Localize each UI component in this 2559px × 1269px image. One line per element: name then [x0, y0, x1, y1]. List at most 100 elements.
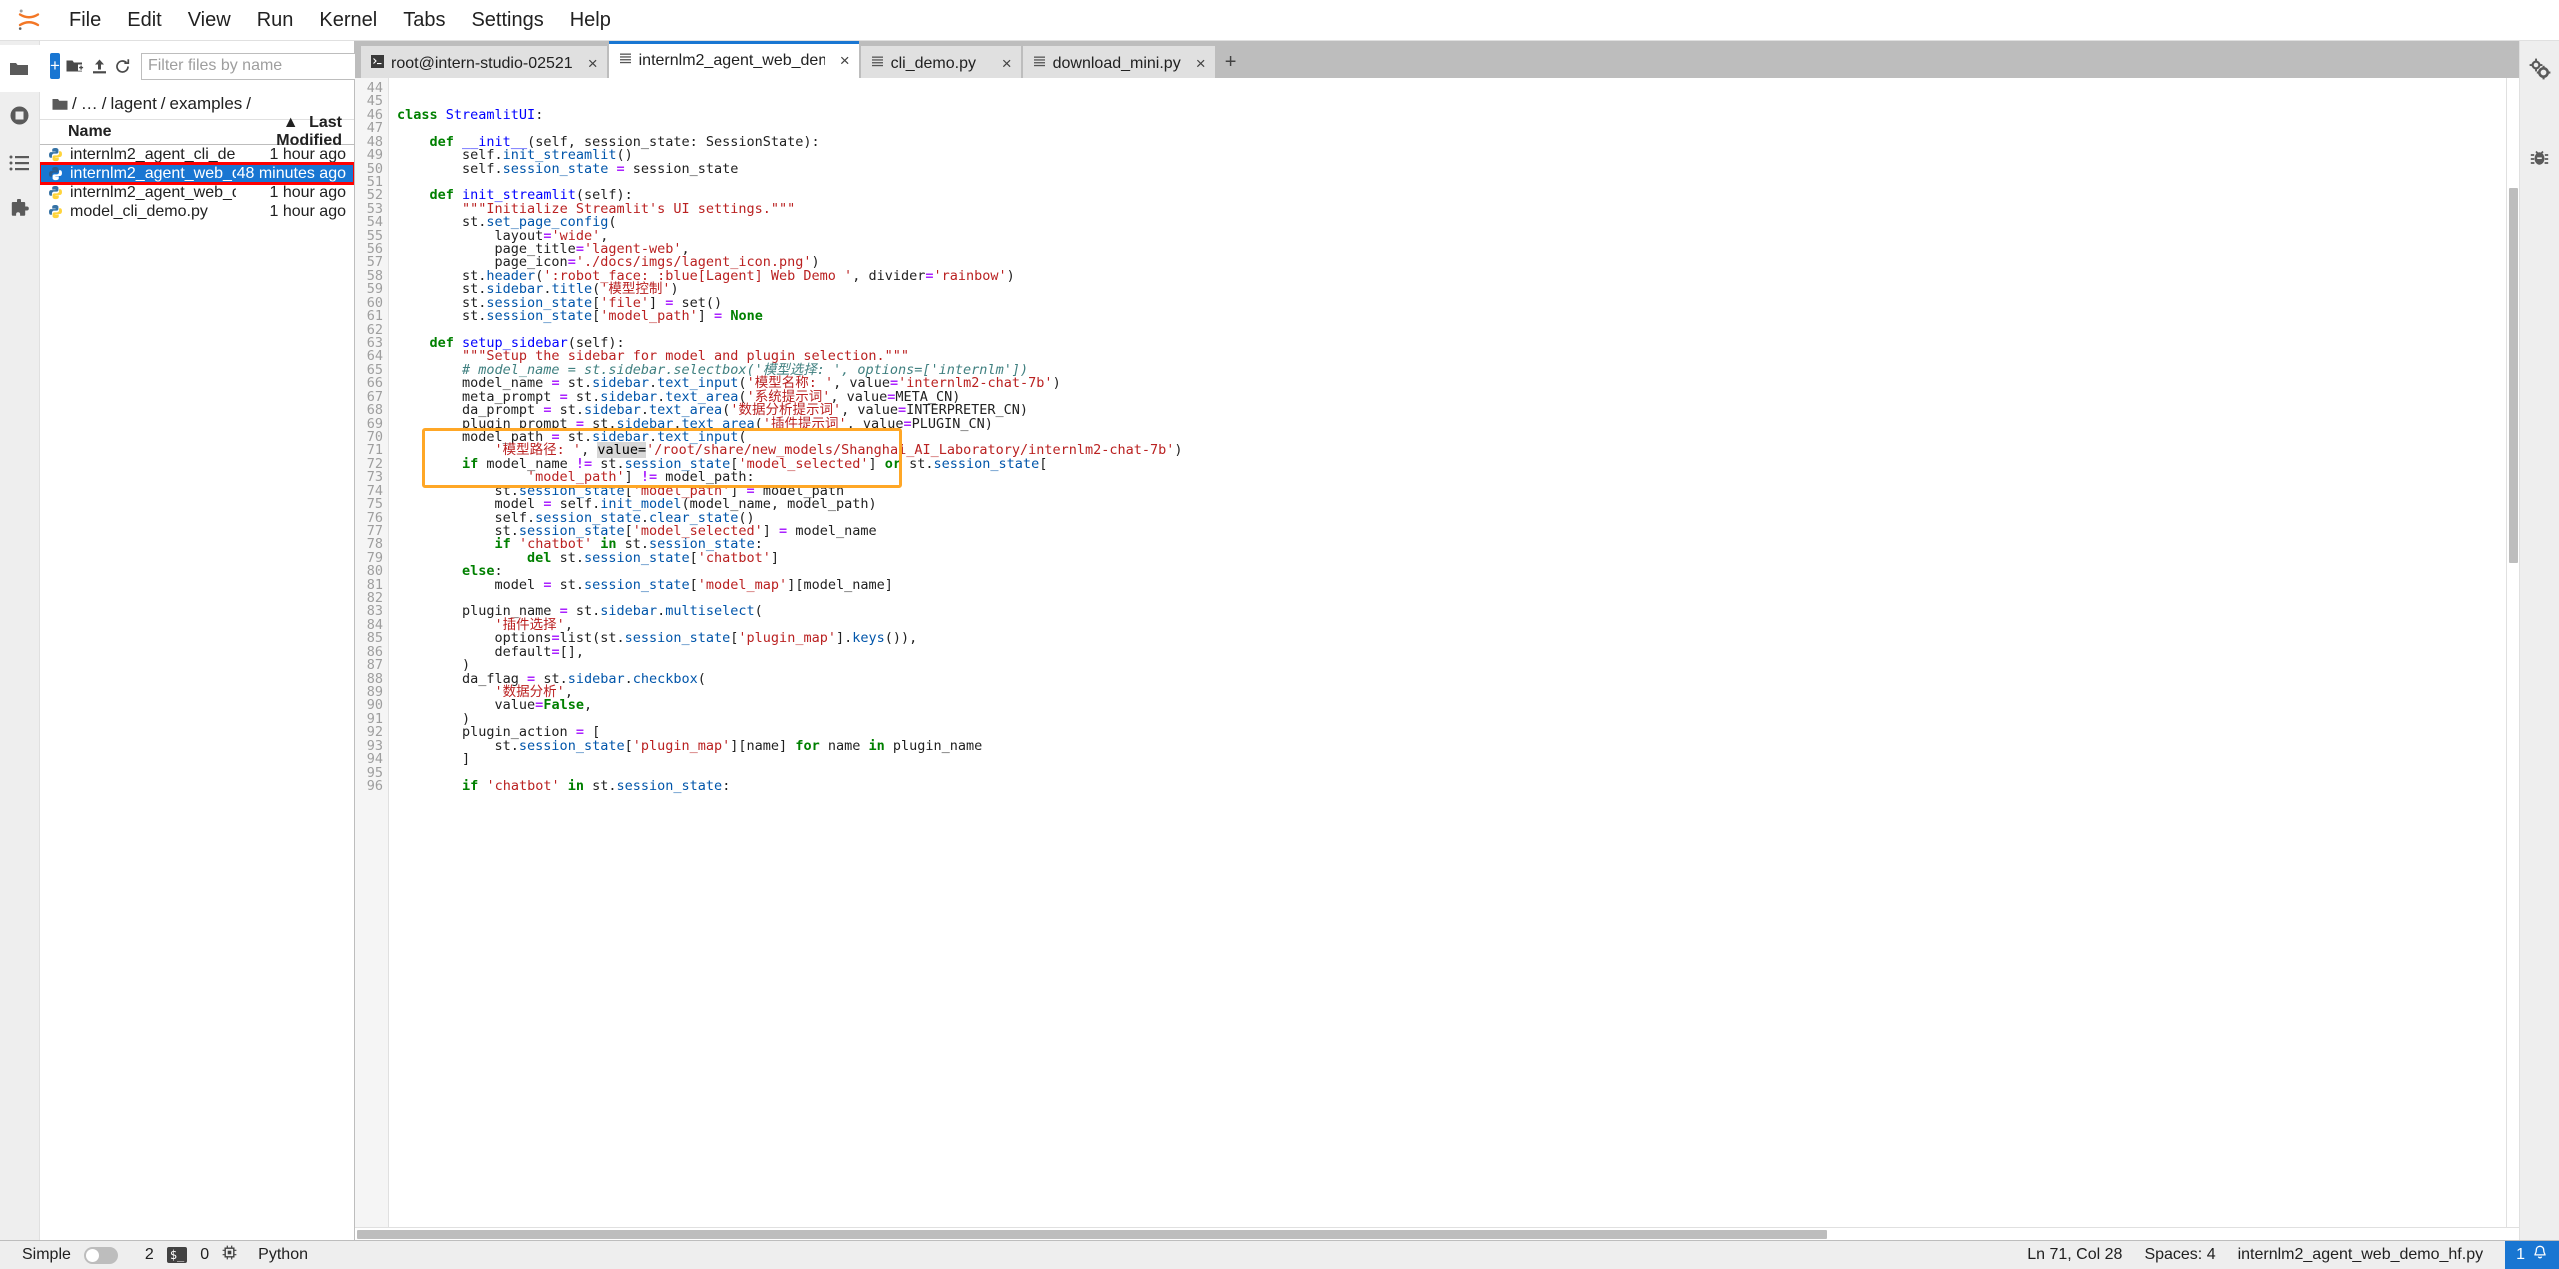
code-line[interactable]: da_flag = st.sidebar.checkbox(	[397, 673, 2506, 686]
breadcrumb-lagent[interactable]: lagent	[110, 94, 156, 114]
bug-icon[interactable]	[2520, 134, 2559, 181]
new-tab-button[interactable]: +	[1217, 46, 1245, 78]
breadcrumb-sep-2: /	[161, 94, 166, 114]
code-line[interactable]: st.session_state['plugin_map'][name] for…	[397, 740, 2506, 753]
code-line[interactable]: st.set_page_config(	[397, 216, 2506, 229]
tab-cli-demo[interactable]: cli_demo.py ×	[861, 46, 1021, 78]
sidebar-item-file-browser[interactable]	[0, 45, 40, 92]
code-line[interactable]: def __init__(self, session_state: Sessio…	[397, 136, 2506, 149]
scrollbar-thumb[interactable]	[2509, 188, 2518, 563]
sidebar-item-running-terminals[interactable]	[0, 92, 40, 139]
code-line[interactable]: del st.session_state['chatbot']	[397, 552, 2506, 565]
code-line[interactable]: model = st.session_state['model_map'][mo…	[397, 579, 2506, 592]
code-line[interactable]: plugin_name = st.sidebar.multiselect(	[397, 605, 2506, 618]
menu-edit[interactable]: Edit	[114, 4, 174, 36]
breadcrumb-examples[interactable]: examples	[170, 94, 243, 114]
close-icon[interactable]: ×	[994, 54, 1012, 74]
terminal-icon	[371, 55, 384, 73]
code-line[interactable]: )	[397, 713, 2506, 726]
code-line[interactable]: ]	[397, 753, 2506, 766]
gears-icon[interactable]	[2520, 45, 2559, 92]
menu-kernel[interactable]: Kernel	[306, 4, 390, 36]
filter-files-box[interactable]	[141, 53, 377, 80]
tab-terminal[interactable]: root@intern-studio-02521 ×	[361, 46, 607, 78]
code-editor[interactable]: 4445464748495051525354555657585960616263…	[355, 78, 2519, 1227]
new-folder-icon[interactable]	[66, 53, 85, 79]
close-icon[interactable]: ×	[1188, 54, 1206, 74]
code-line[interactable]: st.session_state['model_path'] = None	[397, 310, 2506, 323]
search-input[interactable]	[148, 57, 355, 75]
menu-file[interactable]: File	[56, 4, 114, 36]
simple-mode-toggle[interactable]	[84, 1247, 118, 1264]
file-browser-toolbar: +	[40, 41, 354, 91]
code-line[interactable]	[397, 82, 2506, 95]
indentation-setting[interactable]: Spaces: 4	[2144, 1246, 2215, 1264]
code-line[interactable]: options=list(st.session_state['plugin_ma…	[397, 632, 2506, 645]
main-area: + / … / lagent	[0, 41, 2559, 1240]
column-header-name[interactable]: Name	[40, 123, 236, 141]
breadcrumb-ellipsis[interactable]: …	[81, 94, 98, 114]
editor-vertical-scrollbar[interactable]	[2506, 78, 2519, 1227]
list-item[interactable]: model_cli_demo.py 1 hour ago	[40, 202, 354, 221]
current-filename: internlm2_agent_web_demo_hf.py	[2238, 1246, 2484, 1264]
refresh-icon[interactable]	[114, 53, 131, 79]
tab-bar: root@intern-studio-02521 × internlm2_age…	[355, 41, 2519, 78]
code-line[interactable]: st.header(':robot_face: :blue[Lagent] We…	[397, 270, 2506, 283]
list-item[interactable]: internlm2_agent_cli_demo.py 1 hour ago	[40, 145, 354, 164]
tab-label: internlm2_agent_web_dem	[639, 52, 825, 70]
line-number: 96	[355, 780, 383, 793]
list-item[interactable]: internlm2_agent_web_demo_hf.py 48 minute…	[40, 164, 354, 183]
code-line[interactable]: if 'chatbot' in st.session_state:	[397, 780, 2506, 793]
terminal-icon[interactable]: $_	[167, 1247, 187, 1263]
tab-internlm2-agent-web-demo[interactable]: internlm2_agent_web_dem ×	[609, 41, 859, 78]
code-line[interactable]: self.session_state = session_state	[397, 163, 2506, 176]
close-icon[interactable]: ×	[580, 54, 598, 74]
sort-asc-icon: ▲	[283, 114, 299, 132]
jupyter-logo-icon	[10, 5, 48, 35]
python-file-icon	[48, 147, 63, 162]
sidebar-item-extension-manager[interactable]	[0, 186, 40, 233]
list-item[interactable]: internlm2_agent_web_demo.py 1 hour ago	[40, 183, 354, 202]
menu-run[interactable]: Run	[244, 4, 307, 36]
file-modified-cell: 1 hour ago	[236, 203, 346, 221]
tab-download-mini[interactable]: download_mini.py ×	[1023, 46, 1215, 78]
code-line[interactable]	[397, 176, 2506, 189]
menu-settings[interactable]: Settings	[458, 4, 556, 36]
code-line[interactable]: '数据分析',	[397, 686, 2506, 699]
code-content[interactable]: class StreamlitUI: def __init__(self, se…	[389, 78, 2506, 1227]
code-line[interactable]: )	[397, 659, 2506, 672]
code-line[interactable]: class StreamlitUI:	[397, 109, 2506, 122]
scrollbar-thumb[interactable]	[357, 1230, 1827, 1239]
code-line[interactable]: value=False,	[397, 699, 2506, 712]
code-line[interactable]: layout='wide',	[397, 230, 2506, 243]
python-file-icon	[48, 166, 63, 181]
text-editor-icon	[871, 55, 884, 73]
breadcrumb-sep-1: /	[102, 94, 107, 114]
file-name-cell: internlm2_agent_web_demo.py	[40, 184, 236, 202]
breadcrumb-root[interactable]: /	[72, 94, 77, 114]
cpu-icon	[222, 1245, 237, 1265]
python-file-icon	[48, 204, 63, 219]
code-line[interactable]: """Initialize Streamlit's UI settings.""…	[397, 203, 2506, 216]
cursor-position[interactable]: Ln 71, Col 28	[2027, 1246, 2122, 1264]
kernel-language[interactable]: Python	[258, 1246, 308, 1264]
terminal-count[interactable]: 0	[200, 1246, 209, 1264]
tab-label: cli_demo.py	[891, 55, 987, 73]
new-launcher-button[interactable]: +	[50, 53, 60, 79]
notification-center[interactable]: 1	[2505, 1241, 2559, 1269]
code-line[interactable]	[397, 324, 2506, 337]
code-line[interactable]: default=[],	[397, 646, 2506, 659]
sidebar-item-table-of-contents[interactable]	[0, 139, 40, 186]
upload-icon[interactable]	[91, 53, 108, 79]
file-modified-cell: 1 hour ago	[236, 146, 346, 164]
file-modified-cell: 1 hour ago	[236, 184, 346, 202]
editor-horizontal-scrollbar[interactable]	[355, 1227, 2519, 1240]
code-line[interactable]	[397, 95, 2506, 108]
menu-view[interactable]: View	[175, 4, 244, 36]
folder-icon[interactable]	[52, 98, 68, 111]
column-header-name-label: Name	[68, 123, 112, 141]
menu-help[interactable]: Help	[557, 4, 624, 36]
menu-tabs[interactable]: Tabs	[390, 4, 458, 36]
close-icon[interactable]: ×	[832, 51, 850, 71]
kernel-count[interactable]: 2	[145, 1246, 154, 1264]
